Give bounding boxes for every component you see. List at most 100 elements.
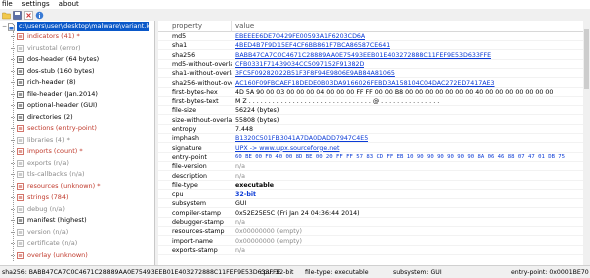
property-value[interactable]: B1320C501FB3041A7DA0DADD7947C4E5 xyxy=(232,135,368,142)
tree-item[interactable]: debug (n/a) xyxy=(11,205,154,214)
grid-row[interactable]: import-name 0x00000000 (empty) xyxy=(158,238,590,246)
grid-row[interactable]: file-version n/a xyxy=(158,163,590,172)
tree-item[interactable]: resources (unknown) * xyxy=(11,181,154,191)
tree-connector-dash xyxy=(11,128,15,129)
grid-row[interactable]: size-without-overlay 55808 (bytes) xyxy=(158,117,590,125)
save-icon xyxy=(13,10,22,20)
close-file-button[interactable] xyxy=(24,10,33,20)
property-value[interactable]: AC160F09FBCAEF18DEDE0B03DA9166026FEBD3A1… xyxy=(232,80,495,87)
tree-item-label: imports (count) * xyxy=(27,147,83,155)
tree-panel[interactable]: − c:\users\user\desktop\malware\variant.… xyxy=(0,21,155,265)
grid-row[interactable]: entropy 7.448 xyxy=(158,126,590,135)
property-value: 0x00000000 (empty) xyxy=(235,237,302,245)
grid-row[interactable]: first-bytes-text M Z . . . . . . . . . . … xyxy=(158,98,590,107)
property-value: 0x52E25E5C (Fri Jan 24 04:36:44 2014) xyxy=(235,209,360,217)
tree-item[interactable]: dos-header (64 bytes) xyxy=(11,55,154,64)
tree-item[interactable]: rich-header (8) xyxy=(11,78,154,87)
grid-row[interactable]: md5-without-overlay CFB0331F71439034CC509… xyxy=(158,61,590,69)
property-name: debugger-stamp xyxy=(172,219,224,227)
property-name: sha256-without-overlay xyxy=(172,79,232,87)
grid-row[interactable]: subsystem GUI xyxy=(158,200,590,209)
tree-item[interactable]: strings (784) xyxy=(11,193,154,202)
tree-connector-dash xyxy=(11,162,15,164)
property-value[interactable]: EBEEEE6DE70429FE00593A1F6203CD6A xyxy=(232,33,365,40)
grid-row[interactable]: sha256-without-overlayAC160F09FBCAEF18DE… xyxy=(158,80,590,88)
grid-row[interactable]: sha256 BABB47CA7C0C4671C28889AA0E75493EEB… xyxy=(158,52,590,60)
tree-item[interactable]: directories (2) xyxy=(11,112,154,122)
grid-row[interactable]: imphash B1320C501FB3041A7DA0DADD7947C4E5 xyxy=(158,135,590,144)
tree-item-label: version (n/a) xyxy=(27,227,69,236)
property-value: 56224 (bytes) xyxy=(235,107,280,115)
status-bar: sha256: BABB47CA7C0C4671C28889AA0E75493E… xyxy=(0,265,590,278)
column-header-property[interactable]: property xyxy=(158,21,232,32)
property-value: 60 BE 00 F0 40 00 8D BE 00 20 FF FF 57 8… xyxy=(235,154,566,161)
property-value[interactable]: 4BED4B7F9D15EF4CF6BB861F7BCA86587CE641 xyxy=(232,42,390,49)
tree-item[interactable]: manifest (highest) xyxy=(11,216,154,225)
tree-root[interactable]: − c:\users\user\desktop\malware\variant.… xyxy=(2,22,154,31)
tree-connector-dash xyxy=(11,208,15,210)
property-name: signature xyxy=(172,144,202,152)
vertical-scrollbar[interactable] xyxy=(583,21,590,265)
property-name: sha256 xyxy=(172,51,196,59)
property-value: 7.448 xyxy=(235,126,254,134)
tree-item[interactable]: sections (entry-point) xyxy=(11,124,154,133)
property-name: file-size xyxy=(172,107,197,115)
tree-item[interactable]: overlay (unknown) xyxy=(11,251,154,260)
property-value[interactable]: 3FC5F09282022B51F3F8F94E9806E9AB84A81065 xyxy=(232,70,395,77)
tree-item[interactable]: dos-stub (160 bytes) xyxy=(11,67,154,76)
tree-connector xyxy=(13,31,14,261)
grid-row[interactable]: sha1-without-overlay3FC5F09282022B51F3F8… xyxy=(158,70,590,79)
info-icon xyxy=(35,11,44,19)
property-value[interactable]: UPX -> www.upx.sourceforge.net xyxy=(232,145,340,152)
tree-item[interactable]: exports (n/a) xyxy=(11,159,154,168)
menu-about[interactable]: about xyxy=(59,0,79,9)
scrollbar-thumb[interactable] xyxy=(584,29,589,89)
save-button[interactable] xyxy=(13,10,22,20)
status-file-type: file-type: executable xyxy=(305,269,369,276)
property-value[interactable]: BABB47CA7C0C4671C28889AA0E75493EEB01E403… xyxy=(232,52,491,59)
node-icon xyxy=(16,240,24,248)
grid-row[interactable]: cpu 32-bit xyxy=(158,191,590,200)
grid-row[interactable]: compiler-stamp 0x52E25E5C (Fri Jan 24 04:… xyxy=(158,210,590,218)
tree-item[interactable]: indicators (41) * xyxy=(11,32,154,41)
tree-item-label: directories (2) xyxy=(27,112,73,121)
grid-row[interactable]: resources-stamp 0x00000000 (empty) xyxy=(158,228,590,237)
property-grid[interactable]: property value md5 EBEEEE6DE70429FE00593A… xyxy=(158,21,590,265)
node-icon xyxy=(16,125,24,133)
tree-item-label: resources (unknown) * xyxy=(27,181,101,190)
grid-row[interactable]: entry-point 60 BE 00 F0 40 00 8D BE 00 20… xyxy=(158,154,590,162)
grid-row[interactable]: file-size 56224 (bytes) xyxy=(158,107,590,116)
tree-item[interactable]: certificate (n/a) xyxy=(11,239,154,248)
grid-row[interactable]: exports-stamp n/a xyxy=(158,247,590,255)
property-name: file-type xyxy=(172,181,198,189)
property-name: cpu xyxy=(172,191,184,199)
grid-row[interactable]: debugger-stamp n/a xyxy=(158,219,590,228)
property-name: first-bytes-hex xyxy=(172,88,218,96)
grid-row[interactable]: description n/a xyxy=(158,173,590,181)
tree-item[interactable]: optional-header (GUI) xyxy=(11,101,154,110)
property-name: entropy xyxy=(172,126,197,134)
grid-row[interactable]: md5 EBEEEE6DE70429FE00593A1F6203CD6A xyxy=(158,33,590,42)
column-header-value[interactable]: value xyxy=(232,21,254,32)
grid-row[interactable]: sha1 4BED4B7F9D15EF4CF6BB861F7BCA86587CE6… xyxy=(158,42,590,51)
tree-item[interactable]: libraries (4) * xyxy=(11,136,154,145)
tree-connector-dash xyxy=(11,116,15,118)
menu-file[interactable]: file xyxy=(2,0,13,9)
status-cpu: cpu: 32-bit xyxy=(260,269,294,276)
open-file-button[interactable] xyxy=(2,11,11,20)
info-button[interactable] xyxy=(35,11,44,20)
node-icon xyxy=(16,194,24,202)
grid-row[interactable]: first-bytes-hex 4D 5A 90 00 03 00 00 00 0… xyxy=(158,89,590,97)
property-name: md5 xyxy=(172,33,187,41)
node-icon xyxy=(16,33,24,41)
tree-item[interactable]: imports (count) * xyxy=(11,147,154,156)
tree-item[interactable]: file-header (Jan.2014) xyxy=(11,90,154,99)
tree-item[interactable]: version (n/a) xyxy=(11,227,154,237)
tree-item[interactable]: tls-callbacks (n/a) xyxy=(11,170,154,179)
tree-item[interactable]: virustotal (error) xyxy=(11,44,154,53)
menu-settings[interactable]: settings xyxy=(22,0,50,9)
tree-connector-dash xyxy=(11,36,15,37)
grid-row[interactable]: file-type executable xyxy=(158,182,590,190)
property-value[interactable]: CFB0331F71439034CC5097152F91382D xyxy=(232,61,364,68)
grid-row[interactable]: signature UPX -> www.upx.sourceforge.net xyxy=(158,145,590,153)
